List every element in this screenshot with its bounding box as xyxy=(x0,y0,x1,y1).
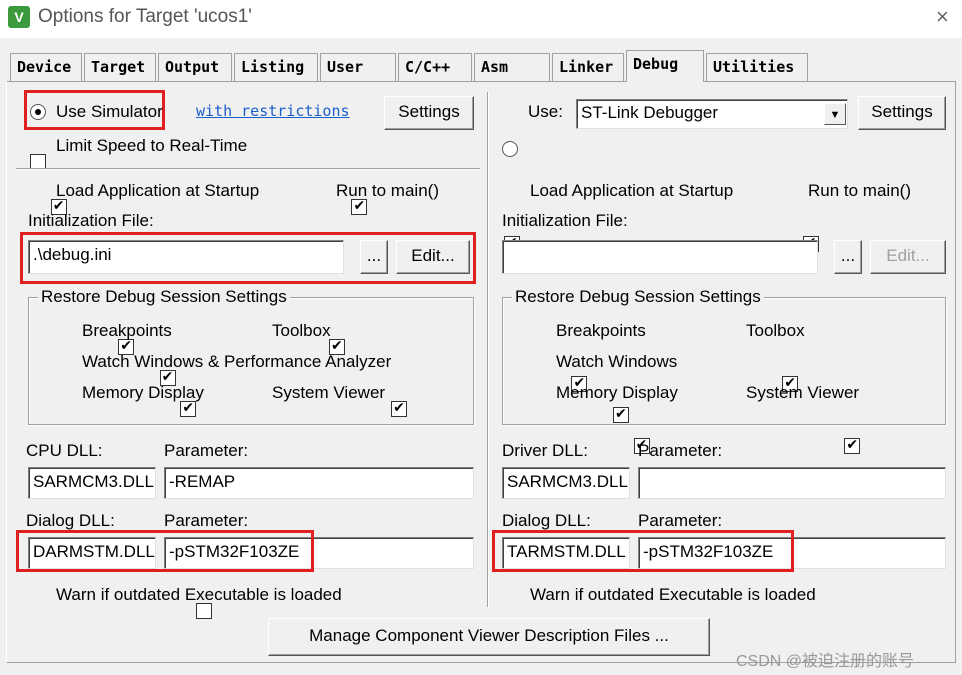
driver-parameter-label: Parameter: xyxy=(638,441,723,460)
cpu-parameter-input[interactable]: -REMAP xyxy=(164,467,474,499)
left-system-viewer-label: System Viewer xyxy=(272,383,386,402)
left-load-app-label: Load Application at Startup xyxy=(56,181,260,200)
right-init-file-input[interactable] xyxy=(502,240,818,274)
left-warn-label: Warn if outdated Executable is loaded xyxy=(56,585,342,604)
limit-speed-label: Limit Speed to Real-Time xyxy=(56,136,248,155)
left-run-to-main-label: Run to main() xyxy=(336,181,439,200)
tab-device[interactable]: Device xyxy=(10,53,82,81)
right-restore-title: Restore Debug Session Settings xyxy=(512,287,764,307)
left-edit-button[interactable]: Edit... xyxy=(396,240,470,274)
left-run-to-main-checkbox[interactable] xyxy=(351,197,368,215)
driver-parameter-input[interactable] xyxy=(638,467,946,499)
right-dialog-dll-label: Dialog DLL: xyxy=(502,511,591,530)
use-simulator-label: Use Simulator xyxy=(56,102,163,121)
right-init-file-label: Initialization File: xyxy=(502,211,628,230)
tab-user[interactable]: User xyxy=(320,53,396,81)
watermark: CSDN @被迫注册的账号 xyxy=(736,653,915,670)
right-load-app-label: Load Application at Startup xyxy=(530,181,734,200)
left-memory-display-checkbox[interactable] xyxy=(180,399,197,417)
left-warn-checkbox[interactable] xyxy=(195,603,212,619)
left-browse-button[interactable]: ... xyxy=(360,240,388,274)
column-divider xyxy=(487,92,489,607)
left-init-file-input[interactable]: .\debug.ini xyxy=(28,240,344,274)
right-breakpoints-label: Breakpoints xyxy=(556,321,646,340)
use-debugger-label: Use: xyxy=(528,102,563,121)
left-separator xyxy=(16,168,480,170)
left-dialog-parameter-label: Parameter: xyxy=(164,511,249,530)
right-watch-windows-label: Watch Windows xyxy=(556,352,678,371)
driver-dll-label: Driver DLL: xyxy=(502,441,588,460)
left-system-viewer-checkbox[interactable] xyxy=(391,399,408,417)
right-run-to-main-label: Run to main() xyxy=(808,181,911,200)
close-icon[interactable]: × xyxy=(936,4,949,30)
highlight-left-dialog-dll xyxy=(16,530,314,572)
left-breakpoints-label: Breakpoints xyxy=(82,321,172,340)
cpu-parameter-label: Parameter: xyxy=(164,441,249,460)
right-toolbox-label: Toolbox xyxy=(746,321,805,340)
driver-dll-input[interactable]: SARMCM3.DLL xyxy=(502,467,630,499)
tab-output[interactable]: Output xyxy=(158,53,232,81)
right-browse-button[interactable]: ... xyxy=(834,240,862,274)
highlight-right-dialog-dll xyxy=(492,530,794,572)
simulator-settings-button[interactable]: Settings xyxy=(384,96,474,130)
cpu-dll-input[interactable]: SARMCM3.DLL xyxy=(28,467,156,499)
use-debugger-radio[interactable] xyxy=(502,141,518,157)
right-system-viewer-checkbox[interactable] xyxy=(844,436,861,454)
window-title: Options for Target 'ucos1' xyxy=(38,6,252,27)
right-system-viewer-label: System Viewer xyxy=(746,383,860,402)
debugger-settings-button[interactable]: Settings xyxy=(858,96,946,130)
right-edit-button[interactable]: Edit... xyxy=(870,240,946,274)
manage-component-viewer-button[interactable]: Manage Component Viewer Description File… xyxy=(268,618,710,656)
left-watch-windows-label: Watch Windows & Performance Analyzer xyxy=(82,352,392,371)
right-memory-display-label: Memory Display xyxy=(556,383,678,402)
left-init-file-label: Initialization File: xyxy=(28,211,154,230)
tab-listing[interactable]: Listing xyxy=(234,53,318,81)
tab-linker[interactable]: Linker xyxy=(552,53,624,81)
use-simulator-radio[interactable] xyxy=(30,104,46,120)
left-toolbox-label: Toolbox xyxy=(272,321,331,340)
left-restore-title: Restore Debug Session Settings xyxy=(38,287,290,307)
tab-asm[interactable]: Asm xyxy=(474,53,550,81)
debugger-select[interactable]: ST-Link Debugger xyxy=(576,99,848,129)
tab-debug[interactable]: Debug xyxy=(626,50,704,82)
tab-utilities[interactable]: Utilities xyxy=(706,53,808,81)
left-memory-display-label: Memory Display xyxy=(82,383,204,402)
right-watch-windows-checkbox[interactable] xyxy=(612,405,629,423)
tab-target[interactable]: Target xyxy=(84,53,156,81)
right-warn-label: Warn if outdated Executable is loaded xyxy=(530,585,816,604)
tab-cpp[interactable]: C/C++ xyxy=(398,53,472,81)
right-dialog-parameter-label: Parameter: xyxy=(638,511,723,530)
cpu-dll-label: CPU DLL: xyxy=(26,441,103,460)
chevron-down-icon[interactable]: ▼ xyxy=(824,103,846,125)
with-restrictions-link[interactable]: with restrictions xyxy=(196,102,350,120)
keil-uvision-icon: V xyxy=(8,6,30,28)
left-dialog-dll-label: Dialog DLL: xyxy=(26,511,115,530)
